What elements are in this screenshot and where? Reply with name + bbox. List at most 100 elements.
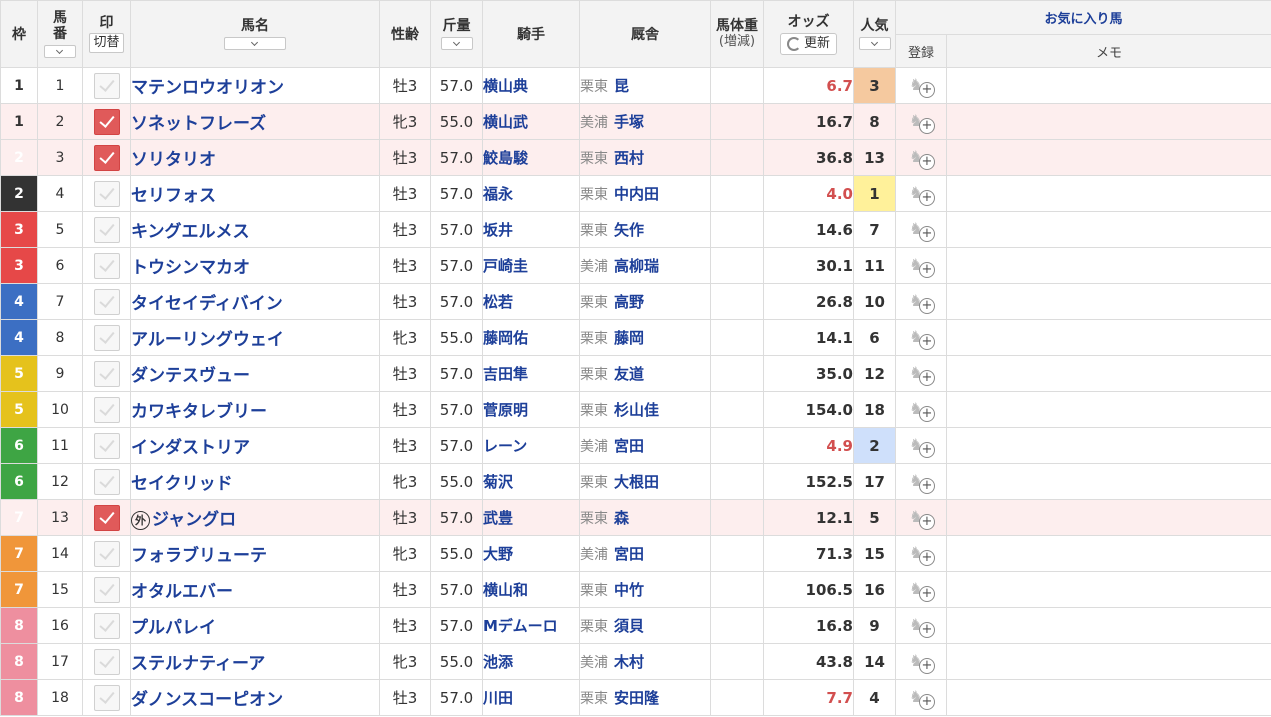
mark-checkbox[interactable] [93, 576, 120, 603]
horse-plus-icon[interactable]: ♞ + [909, 399, 935, 422]
memo-field[interactable] [945, 535, 1271, 572]
horse-name-link[interactable]: プルパレイ [132, 618, 217, 638]
mark-checkbox[interactable] [93, 540, 120, 567]
trainer-link[interactable]: 昆 [614, 77, 629, 95]
memo-field[interactable] [945, 211, 1271, 248]
jockey-link[interactable]: 松若 [482, 283, 580, 320]
memo-field[interactable] [945, 427, 1271, 464]
memo-field[interactable] [945, 319, 1271, 356]
horse-name-link[interactable]: フォラブリューテ [132, 546, 268, 566]
horse-plus-icon[interactable]: ♞ + [909, 327, 935, 350]
horse-plus-icon[interactable]: ♞ + [909, 507, 935, 530]
horse-name-link[interactable]: ソリタリオ [132, 150, 217, 170]
mark-switch-button[interactable]: 切替 [89, 33, 124, 53]
trainer-link[interactable]: 大根田 [614, 473, 659, 491]
trainer-link[interactable]: 矢作 [614, 221, 644, 239]
horse-name-link[interactable]: マテンロウオリオン [132, 78, 285, 98]
mark-checkbox[interactable] [93, 72, 120, 99]
mark-checkbox[interactable] [93, 324, 120, 351]
jockey-link[interactable]: 横山武 [482, 103, 580, 140]
trainer-link[interactable]: 中内田 [614, 185, 659, 203]
memo-field[interactable] [945, 607, 1271, 644]
mark-checkbox[interactable] [93, 648, 120, 675]
horse-name-link[interactable]: インダストリア [132, 438, 251, 458]
mark-checkbox[interactable] [93, 288, 120, 315]
sort-popularity-button[interactable] [858, 37, 891, 50]
memo-field[interactable] [945, 499, 1271, 536]
trainer-link[interactable]: 藤岡 [614, 329, 644, 347]
memo-field[interactable] [945, 175, 1271, 212]
jockey-link[interactable]: 大野 [482, 535, 580, 572]
horse-plus-icon[interactable]: ♞ + [909, 291, 935, 314]
trainer-link[interactable]: 杉山佳 [614, 401, 659, 419]
horse-name-link[interactable]: ステルナティーア [132, 654, 266, 674]
horse-name-link[interactable]: ジャングロ [152, 510, 236, 530]
horse-name-link[interactable]: セリフォス [132, 186, 217, 206]
memo-field[interactable] [945, 247, 1271, 284]
jockey-link[interactable]: 藤岡佑 [482, 319, 580, 356]
horse-name-link[interactable]: オタルエバー [132, 582, 234, 602]
horse-name-link[interactable]: ダノンスコーピオン [132, 690, 284, 710]
horse-name-link[interactable]: アルーリングウェイ [132, 330, 284, 350]
mark-checkbox[interactable] [93, 684, 120, 711]
memo-field[interactable] [945, 355, 1271, 392]
mark-checkbox[interactable] [93, 252, 120, 279]
horse-name-link[interactable]: セイクリッド [132, 474, 233, 494]
jockey-link[interactable]: 池添 [482, 643, 580, 680]
horse-plus-icon[interactable]: ♞ + [909, 543, 935, 566]
memo-field[interactable] [945, 643, 1271, 680]
trainer-link[interactable]: 木村 [614, 653, 644, 671]
mark-checkbox[interactable] [93, 396, 120, 423]
memo-field[interactable] [945, 283, 1271, 320]
horse-plus-icon[interactable]: ♞ + [909, 75, 935, 98]
memo-field[interactable] [945, 67, 1271, 104]
trainer-link[interactable]: 手塚 [614, 113, 644, 131]
horse-name-link[interactable]: トウシンマカオ [132, 258, 251, 278]
jockey-link[interactable]: レーン [482, 427, 580, 464]
jockey-link[interactable]: 菊沢 [482, 463, 580, 500]
sort-umaban-button[interactable] [44, 45, 76, 58]
sort-weight-button[interactable] [440, 37, 473, 50]
horse-plus-icon[interactable]: ♞ + [909, 183, 935, 206]
odds-refresh-button[interactable]: 更新 [779, 32, 837, 55]
jockey-link[interactable]: 戸崎圭 [482, 247, 580, 284]
horse-plus-icon[interactable]: ♞ + [909, 219, 935, 242]
jockey-link[interactable]: 吉田隼 [482, 355, 580, 392]
horse-name-link[interactable]: ダンテスヴュー [132, 366, 251, 386]
trainer-link[interactable]: 中竹 [614, 581, 644, 599]
horse-name-link[interactable]: タイセイディバイン [132, 294, 283, 314]
trainer-link[interactable]: 宮田 [614, 545, 644, 563]
memo-field[interactable] [945, 463, 1271, 500]
horse-plus-icon[interactable]: ♞ + [909, 579, 935, 602]
horse-plus-icon[interactable]: ♞ + [909, 147, 935, 170]
trainer-link[interactable]: 友道 [614, 365, 644, 383]
trainer-link[interactable]: 宮田 [614, 437, 644, 455]
memo-field[interactable] [945, 139, 1271, 176]
mark-checkbox[interactable] [93, 612, 120, 639]
jockey-link[interactable]: 横山典 [482, 67, 580, 104]
horse-name-link[interactable]: キングエルメス [132, 222, 250, 242]
memo-field[interactable] [945, 391, 1271, 428]
mark-checkbox[interactable] [93, 108, 120, 135]
horse-plus-icon[interactable]: ♞ + [909, 471, 935, 494]
jockey-link[interactable]: 武豊 [482, 499, 580, 536]
horse-plus-icon[interactable]: ♞ + [909, 255, 935, 278]
jockey-link[interactable]: 川田 [482, 679, 580, 716]
mark-checkbox[interactable] [93, 216, 120, 243]
mark-checkbox[interactable] [93, 432, 120, 459]
jockey-link[interactable]: 菅原明 [482, 391, 580, 428]
trainer-link[interactable]: 高柳瑞 [614, 257, 659, 275]
trainer-link[interactable]: 安田隆 [614, 689, 659, 707]
memo-field[interactable] [945, 571, 1271, 608]
memo-field[interactable] [945, 103, 1271, 140]
horse-plus-icon[interactable]: ♞ + [909, 435, 935, 458]
trainer-link[interactable]: 須貝 [614, 617, 644, 635]
horse-plus-icon[interactable]: ♞ + [909, 363, 935, 386]
trainer-link[interactable]: 西村 [614, 149, 644, 167]
mark-checkbox[interactable] [93, 504, 120, 531]
horse-plus-icon[interactable]: ♞ + [909, 615, 935, 638]
mark-checkbox[interactable] [93, 360, 120, 387]
memo-field[interactable] [945, 679, 1271, 716]
horse-plus-icon[interactable]: ♞ + [909, 111, 935, 134]
trainer-link[interactable]: 高野 [614, 293, 644, 311]
